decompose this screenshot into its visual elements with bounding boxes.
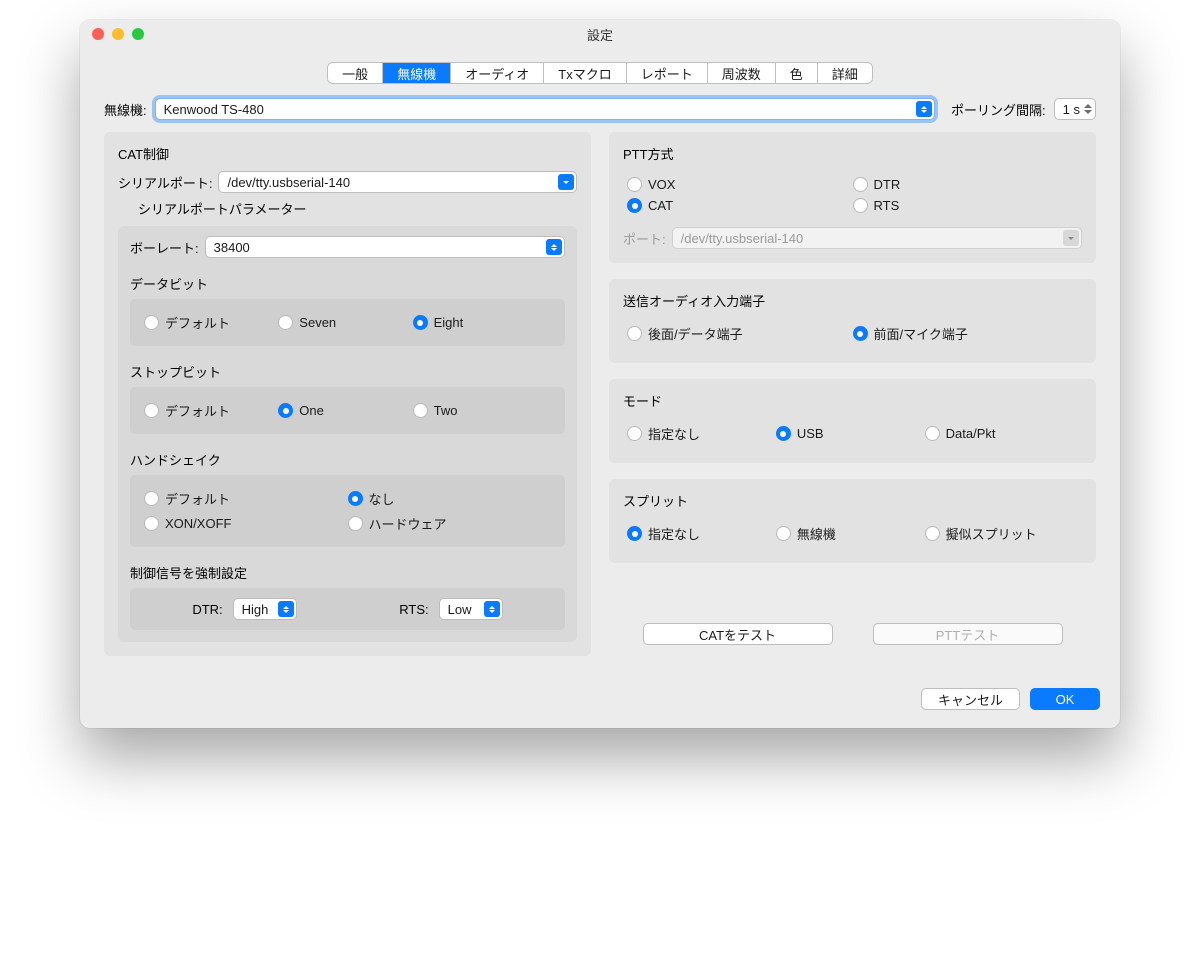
chevron-down-icon (558, 174, 574, 190)
baud-value: 38400 (214, 240, 250, 255)
titlebar: 設定 (80, 20, 1120, 48)
tab-bar: 一般 無線機 オーディオ Txマクロ レポート 周波数 色 詳細 (327, 62, 873, 84)
dtr-value: High (242, 602, 269, 617)
stepper-up-icon[interactable] (1084, 104, 1092, 108)
chevron-updown-icon (916, 101, 932, 117)
maximize-icon[interactable] (132, 28, 144, 40)
ptt-port-label: ポート: (623, 229, 666, 248)
poll-label: ポーリング間隔: (951, 100, 1046, 119)
databits-radios: デフォルト Seven Eight (140, 307, 555, 338)
baud-label: ボーレート: (130, 238, 199, 257)
stopbits-one[interactable]: One (278, 401, 412, 420)
ptt-cat[interactable]: CAT (627, 198, 853, 213)
ptt-title: PTT方式 (623, 144, 1082, 163)
split-radios: 指定なし 無線機 擬似スプリット (623, 518, 1082, 549)
stopbits-radios: デフォルト One Two (140, 395, 555, 426)
tab-color[interactable]: 色 (776, 63, 818, 83)
window-title: 設定 (80, 25, 1120, 44)
databits-seven[interactable]: Seven (278, 313, 412, 332)
chevron-updown-icon (278, 601, 294, 617)
rts-value: Low (448, 602, 472, 617)
databits-eight[interactable]: Eight (413, 313, 547, 332)
ptt-port-select: /dev/tty.usbserial-140 (672, 227, 1082, 249)
rig-value: Kenwood TS-480 (164, 102, 264, 117)
chevron-updown-icon (484, 601, 500, 617)
close-icon[interactable] (92, 28, 104, 40)
stopbits-two[interactable]: Two (413, 401, 547, 420)
force-signals-title: 制御信号を強制設定 (130, 563, 565, 582)
cat-control-group: CAT制御 シリアルポート: /dev/tty.usbserial-140 シリ… (104, 132, 591, 656)
chevron-down-icon (1063, 230, 1079, 246)
split-title: スプリット (623, 491, 1082, 510)
handshake-xonxoff[interactable]: XON/XOFF (144, 514, 348, 533)
rig-select[interactable]: Kenwood TS-480 (155, 98, 935, 120)
minimize-icon[interactable] (112, 28, 124, 40)
handshake-title: ハンドシェイク (130, 450, 565, 469)
serial-params-title: シリアルポートパラメーター (138, 199, 577, 218)
settings-window: 設定 一般 無線機 オーディオ Txマクロ レポート 周波数 色 詳細 無線機:… (80, 20, 1120, 728)
handshake-none[interactable]: なし (348, 489, 552, 508)
split-group: スプリット 指定なし 無線機 擬似スプリット (609, 479, 1096, 563)
mode-radios: 指定なし USB Data/Pkt (623, 418, 1082, 449)
tx-audio-group: 送信オーディオ入力端子 後面/データ端子 前面/マイク端子 (609, 279, 1096, 363)
databits-title: データビット (130, 274, 565, 293)
mode-datapkt[interactable]: Data/Pkt (925, 424, 1074, 443)
tab-radio[interactable]: 無線機 (383, 63, 451, 83)
mode-none[interactable]: 指定なし (627, 424, 776, 443)
tab-general[interactable]: 一般 (328, 63, 383, 83)
tab-txmacro[interactable]: Txマクロ (544, 63, 626, 83)
ptt-rts[interactable]: RTS (853, 198, 1079, 213)
mode-group: モード 指定なし USB Data/Pkt (609, 379, 1096, 463)
dialog-footer: キャンセル OK (80, 676, 1120, 728)
dtr-select[interactable]: High (233, 598, 297, 620)
ptt-method-group: PTT方式 VOX DTR CAT RTS ポート: /dev/tty.usbs… (609, 132, 1096, 263)
serial-port-value: /dev/tty.usbserial-140 (227, 175, 350, 190)
rts-label: RTS: (399, 602, 428, 617)
txaudio-front[interactable]: 前面/マイク端子 (853, 324, 1079, 343)
tab-detail[interactable]: 詳細 (818, 63, 872, 83)
handshake-default[interactable]: デフォルト (144, 489, 348, 508)
stepper-down-icon[interactable] (1084, 110, 1092, 114)
cat-title: CAT制御 (118, 144, 577, 163)
baud-select[interactable]: 38400 (205, 236, 565, 258)
poll-interval-stepper[interactable]: 1 s (1054, 98, 1096, 120)
stopbits-default[interactable]: デフォルト (144, 401, 278, 420)
tab-audio[interactable]: オーディオ (451, 63, 544, 83)
split-fake[interactable]: 擬似スプリット (925, 524, 1074, 543)
ptt-dtr[interactable]: DTR (853, 177, 1079, 192)
window-controls (92, 28, 144, 40)
ok-button[interactable]: OK (1030, 688, 1100, 710)
handshake-radios: デフォルト なし XON/XOFF ハードウェア (140, 483, 555, 539)
mode-title: モード (623, 391, 1082, 410)
poll-value: 1 s (1063, 102, 1080, 117)
serial-params-group: ボーレート: 38400 データビット デフォルト Seven (118, 226, 577, 642)
ptt-radios: VOX DTR CAT RTS (623, 171, 1082, 219)
txaudio-radios: 後面/データ端子 前面/マイク端子 (623, 318, 1082, 349)
tab-freq[interactable]: 周波数 (708, 63, 776, 83)
ptt-vox[interactable]: VOX (627, 177, 853, 192)
ptt-port-value: /dev/tty.usbserial-140 (681, 231, 804, 246)
databits-default[interactable]: デフォルト (144, 313, 278, 332)
dtr-label: DTR: (192, 602, 222, 617)
serial-port-label: シリアルポート: (118, 173, 212, 192)
rig-label: 無線機: (104, 100, 147, 119)
ptt-test-button: PTTテスト (873, 623, 1063, 645)
serial-port-select[interactable]: /dev/tty.usbserial-140 (218, 171, 577, 193)
tab-report[interactable]: レポート (627, 63, 708, 83)
split-rig[interactable]: 無線機 (776, 524, 925, 543)
chevron-updown-icon (546, 239, 562, 255)
stopbits-title: ストップビット (130, 362, 565, 381)
cancel-button[interactable]: キャンセル (921, 688, 1020, 710)
mode-usb[interactable]: USB (776, 424, 925, 443)
cat-test-button[interactable]: CATをテスト (643, 623, 833, 645)
txaudio-rear[interactable]: 後面/データ端子 (627, 324, 853, 343)
split-none[interactable]: 指定なし (627, 524, 776, 543)
txaudio-title: 送信オーディオ入力端子 (623, 291, 1082, 310)
handshake-hardware[interactable]: ハードウェア (348, 514, 552, 533)
rts-select[interactable]: Low (439, 598, 503, 620)
